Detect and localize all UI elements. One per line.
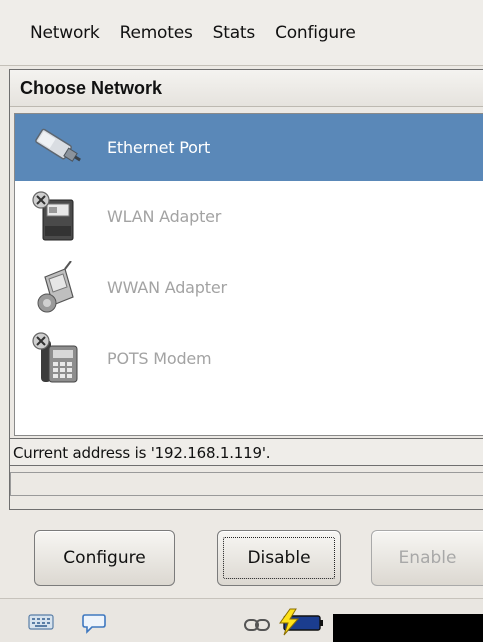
network-list: Ethernet Port WLAN Adapter WWAN Adapter … — [14, 113, 483, 436]
menu-bar: Network Remotes Stats Configure — [0, 0, 483, 66]
panel-title: Choose Network — [10, 70, 483, 107]
taskbar-black-region — [333, 614, 483, 642]
list-item-label: WLAN Adapter — [107, 207, 222, 226]
list-item-label: Ethernet Port — [107, 138, 211, 157]
menu-stats[interactable]: Stats — [213, 23, 256, 43]
enable-button-label: Enable — [398, 548, 457, 568]
enable-button[interactable]: Enable — [371, 530, 483, 586]
battery-charging-icon[interactable] — [276, 607, 324, 641]
current-address-status: Current address is '192.168.1.119'. — [10, 438, 483, 466]
keyboard-icon[interactable] — [28, 613, 54, 635]
speech-bubble-icon[interactable] — [82, 613, 106, 639]
focus-indicator — [223, 537, 335, 579]
configure-button-label: Configure — [63, 548, 146, 568]
configure-button[interactable]: Configure — [34, 530, 175, 586]
list-item-wlan-adapter[interactable]: WLAN Adapter — [15, 183, 483, 250]
list-item-ethernet-port[interactable]: Ethernet Port — [15, 114, 483, 181]
menu-remotes[interactable]: Remotes — [120, 23, 193, 43]
list-item-wwan-adapter[interactable]: WWAN Adapter — [15, 254, 483, 321]
ethernet-cable-icon — [29, 121, 85, 175]
telephone-modem-icon — [29, 331, 85, 386]
disable-button[interactable]: Disable — [217, 530, 341, 586]
list-item-label: POTS Modem — [107, 349, 212, 368]
secondary-status — [10, 472, 483, 496]
menu-configure[interactable]: Configure — [275, 23, 356, 43]
choose-network-panel: Choose Network Ethernet Port WLAN Adapte… — [9, 69, 483, 510]
list-item-label: WWAN Adapter — [107, 278, 227, 297]
list-item-pots-modem[interactable]: POTS Modem — [15, 325, 483, 392]
menu-network[interactable]: Network — [30, 23, 100, 43]
wlan-card-icon — [29, 190, 85, 244]
wwan-phone-icon — [29, 260, 85, 315]
link-icon[interactable] — [244, 617, 270, 636]
